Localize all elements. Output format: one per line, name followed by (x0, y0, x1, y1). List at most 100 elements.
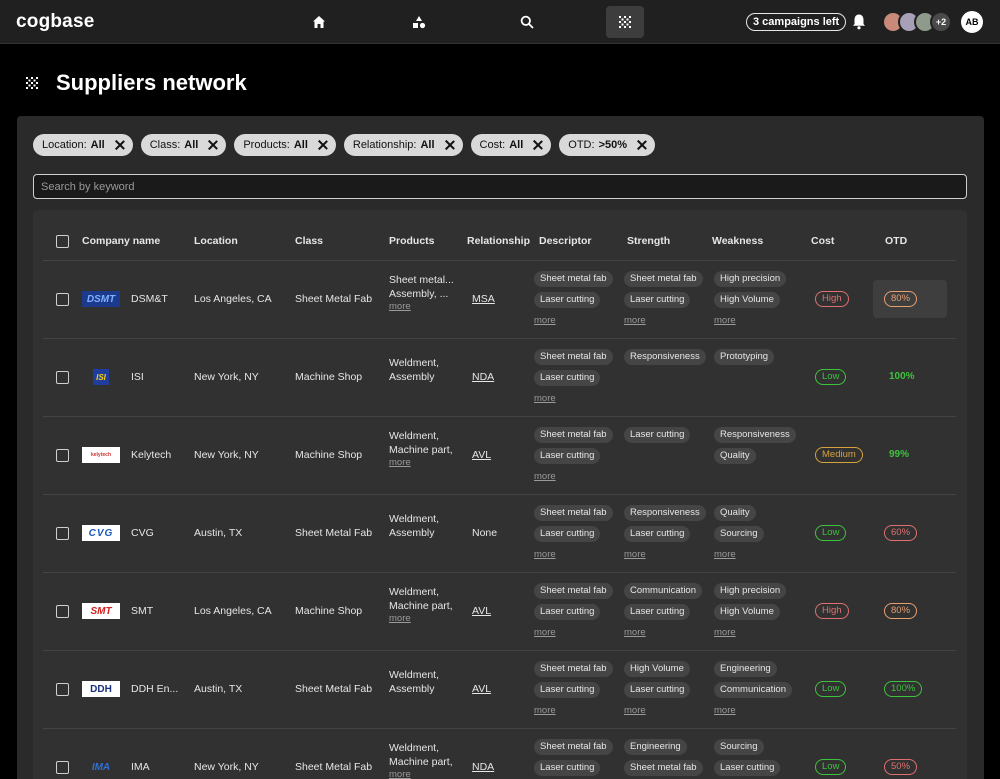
products-more-link[interactable]: more (389, 457, 411, 468)
table-row[interactable]: DDH DDH En... Austin, TX Sheet Metal Fab Wel… (43, 650, 956, 728)
cost-badge: Low (815, 759, 847, 775)
app-logo[interactable]: cogbase (16, 11, 95, 33)
close-icon[interactable] (533, 140, 543, 150)
descriptor-more-link[interactable]: more (534, 315, 556, 326)
products-more-link[interactable]: more (389, 769, 411, 779)
close-icon[interactable] (637, 140, 647, 150)
column-header-cost[interactable]: Cost (811, 235, 834, 247)
descriptor-more-link[interactable]: more (534, 627, 556, 638)
descriptor-tag: Sheet metal fab (534, 661, 613, 677)
descriptor-more-link[interactable]: more (534, 393, 556, 404)
strength-more-link[interactable]: more (624, 627, 646, 638)
company-name[interactable]: DDH En... (131, 682, 178, 696)
select-all-checkbox[interactable] (56, 235, 69, 248)
products-cell: Assembly (389, 527, 435, 539)
row-checkbox[interactable] (56, 683, 69, 696)
filter-chip-products[interactable]: Products: All (234, 134, 336, 156)
company-name[interactable]: SMT (131, 604, 153, 618)
row-checkbox[interactable] (56, 605, 69, 618)
weakness-tag: Prototyping (714, 349, 775, 365)
company-name[interactable]: IMA (131, 760, 150, 774)
row-checkbox[interactable] (56, 527, 69, 540)
otd-value: 100% (889, 371, 915, 382)
relationship-cell[interactable]: NDA (472, 760, 494, 774)
notifications-button[interactable] (851, 13, 867, 35)
column-header-location[interactable]: Location (194, 235, 238, 247)
top-navigation-bar: cogbase 3 campaigns left +2 AB (0, 0, 1000, 44)
products-more-link[interactable]: more (389, 301, 411, 312)
nav-suppliers-network[interactable] (606, 6, 644, 38)
products-cell: Machine part, (389, 756, 453, 768)
table-row[interactable]: SMT SMT Los Angeles, CA Machine Shop Weldmen… (43, 572, 956, 650)
company-name[interactable]: Kelytech (131, 448, 171, 462)
row-checkbox[interactable] (56, 449, 69, 462)
weakness-tag: High Volume (714, 604, 780, 620)
otd-badge: 60% (884, 525, 918, 541)
relationship-cell[interactable]: NDA (472, 370, 494, 384)
strength-more-link[interactable]: more (624, 315, 646, 326)
company-name[interactable]: ISI (131, 370, 144, 384)
weakness-tag: High Volume (714, 292, 780, 308)
filter-chip-class[interactable]: Class: All (140, 134, 227, 156)
descriptor-more-link[interactable]: more (534, 705, 556, 716)
table-row[interactable]: IMA IMA New York, NY Sheet Metal Fab Weldmen… (43, 728, 956, 779)
cost-badge: Low (815, 681, 847, 697)
column-header-class[interactable]: Class (295, 235, 323, 247)
weakness-tag: High precision (714, 583, 787, 599)
relationship-cell[interactable]: AVL (472, 604, 491, 618)
filter-chip-relationship[interactable]: Relationship: All (343, 134, 463, 156)
strength-more-link[interactable]: more (624, 705, 646, 716)
table-row[interactable]: ISI ISI New York, NY Machine Shop Weldment, A… (43, 338, 956, 416)
relationship-cell[interactable]: MSA (472, 292, 495, 306)
strength-more-link[interactable]: more (624, 549, 646, 560)
column-header-strength[interactable]: Strength (627, 235, 670, 247)
close-icon[interactable] (318, 140, 328, 150)
products-cell: Assembly (389, 683, 435, 695)
descriptor-more-link[interactable]: more (534, 471, 556, 482)
products-cell: Weldment, (389, 357, 439, 369)
descriptor-tag: Laser cutting (534, 370, 601, 386)
nav-search[interactable] (508, 6, 546, 38)
weakness-tag: Quality (714, 448, 756, 464)
products-cell: Weldment, (389, 513, 439, 525)
company-name[interactable]: CVG (131, 526, 154, 540)
nav-shapes[interactable] (400, 6, 438, 38)
filter-chip-location[interactable]: Location: All (33, 134, 133, 156)
weakness-more-link[interactable]: more (714, 549, 736, 560)
table-row[interactable]: kelytech Kelytech New York, NY Machine Shop… (43, 416, 956, 494)
close-icon[interactable] (115, 140, 125, 150)
row-checkbox[interactable] (56, 761, 69, 774)
filter-chip-otd[interactable]: OTD: >50% (559, 134, 656, 156)
nav-home[interactable] (300, 6, 338, 38)
weakness-tag: Communication (714, 682, 792, 698)
table-row[interactable]: CVG CVG Austin, TX Sheet Metal Fab Weldment,… (43, 494, 956, 572)
filter-chip-cost[interactable]: Cost: All (470, 134, 552, 156)
column-header-descriptor[interactable]: Descriptor (539, 235, 592, 247)
weakness-more-link[interactable]: more (714, 705, 736, 716)
close-icon[interactable] (445, 140, 455, 150)
company-name[interactable]: DSM&T (131, 292, 168, 306)
products-more-link[interactable]: more (389, 613, 411, 624)
search-input[interactable] (33, 174, 967, 199)
column-header-products[interactable]: Products (389, 235, 435, 247)
company-logo: CVG (82, 525, 120, 541)
otd-value: 99% (889, 449, 910, 460)
row-checkbox[interactable] (56, 293, 69, 306)
column-header-company[interactable]: Company name (82, 235, 160, 247)
user-avatar[interactable]: AB (961, 11, 983, 33)
relationship-cell[interactable]: AVL (472, 448, 491, 462)
column-header-relationship[interactable]: Relationship (467, 235, 530, 247)
strength-tag: Responsiveness (624, 349, 706, 365)
filter-chips: Location: All Class: All Products: All Rela… (33, 134, 656, 156)
products-cell: Machine part, (389, 600, 453, 612)
weakness-more-link[interactable]: more (714, 627, 736, 638)
column-header-otd[interactable]: OTD (885, 235, 907, 247)
table-row[interactable]: DSMT DSM&T Los Angeles, CA Sheet Metal Fab S… (43, 260, 956, 338)
relationship-cell[interactable]: AVL (472, 682, 491, 696)
row-checkbox[interactable] (56, 371, 69, 384)
campaigns-left-badge[interactable]: 3 campaigns left (746, 13, 847, 31)
descriptor-more-link[interactable]: more (534, 549, 556, 560)
column-header-weakness[interactable]: Weakness (712, 235, 763, 247)
close-icon[interactable] (208, 140, 218, 150)
weakness-more-link[interactable]: more (714, 315, 736, 326)
